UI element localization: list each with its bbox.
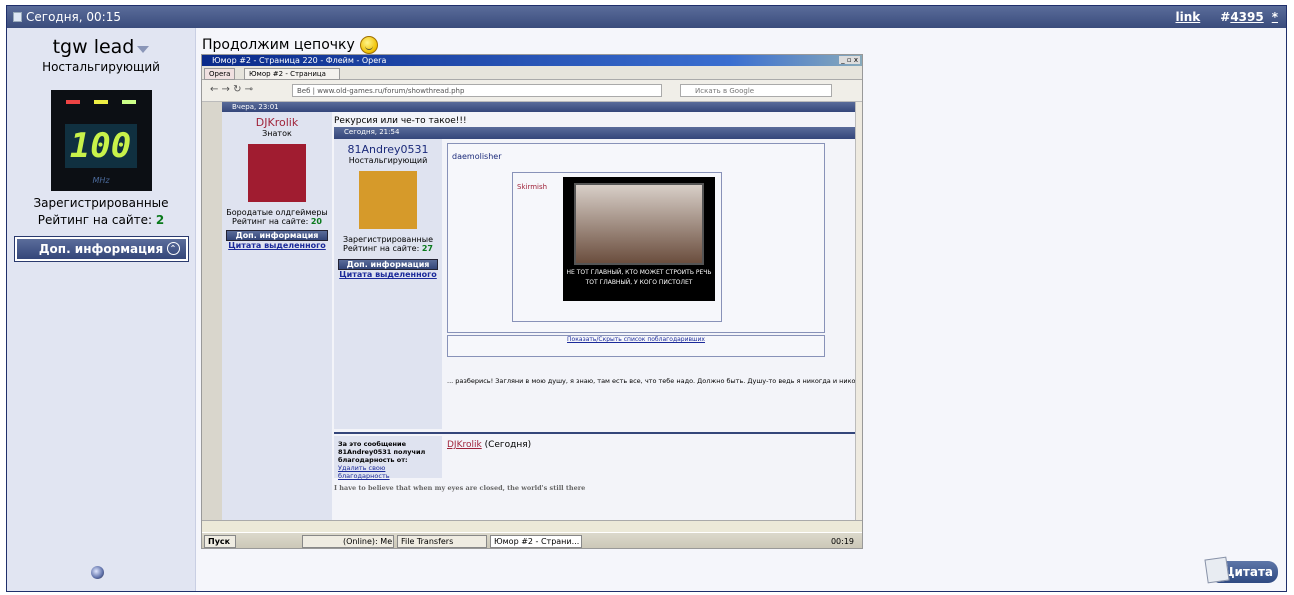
nested2-author: 81Andrey0531	[347, 143, 429, 156]
nested-signature: I have to believe that when my eyes are …	[334, 484, 586, 492]
nested-more-info: Доп. информация	[226, 230, 328, 241]
nested-post-date: Вчера, 23:01	[222, 102, 855, 112]
thanks-user: DJKrolik (Сегодня)	[447, 440, 532, 450]
post-content: Продолжим цепочку Юмор #2 - Страница 220…	[197, 28, 1286, 591]
taskbar-clock: 00:19	[830, 537, 854, 546]
nested-text: Рекурсия или че-то такое!!!	[334, 116, 467, 126]
user-menu-icon[interactable]	[137, 46, 150, 53]
nested2-rating: Рейтинг на сайте: 27	[343, 244, 433, 253]
post-number-prefix: #	[1220, 10, 1231, 24]
author-sidebar: tgw lead Ностальгирующий 100 MHz Зарегис…	[7, 28, 196, 591]
expand-icon: ⌃	[166, 242, 180, 255]
nested2-date: Сегодня, 21:54	[334, 127, 855, 139]
start-button: Пуск	[204, 535, 236, 548]
nested2-quote-selected: Цитата выделенного	[339, 270, 437, 279]
author-rating: Рейтинг на сайте: 2	[37, 213, 165, 227]
message-text: Продолжим цепочку	[202, 37, 355, 53]
post-number: 4395	[1230, 10, 1264, 24]
forum-page: Вчера, 23:01 DJKrolik Знаток Бородатые о…	[222, 102, 862, 520]
nested2-group: Зарегистрированные	[342, 235, 434, 244]
window-titlebar: Юмор #2 - Страница 220 - Флейм - Opera _ …	[202, 55, 862, 66]
nested-group: Бородатые олдгеймеры	[226, 208, 328, 217]
more-info-button[interactable]: Доп. информация ⌃	[13, 236, 189, 262]
nested-author: DJKrolik	[255, 116, 299, 129]
nested2-avatar	[359, 171, 417, 229]
nested-title: Знаток	[262, 129, 292, 138]
nested-rating: Рейтинг на сайте: 20	[232, 217, 322, 226]
browser-navbar: ← → ↻ ⊸ Веб | www.old-games.ru/forum/sho…	[202, 80, 862, 102]
avatar-display: 100	[64, 124, 137, 168]
star-link[interactable]: *	[1272, 10, 1278, 24]
forum-post: Сегодня, 00:15 link #4395 * tgw lead Носта…	[6, 5, 1287, 592]
post-icon	[13, 12, 22, 22]
address-bar: Веб | www.old-games.ru/forum/showthread.…	[292, 84, 662, 97]
thanks-toggle: Показать/Скрыть список поблагодаривших	[447, 335, 825, 357]
tab-forum: Юмор #2 - Страница 22...	[244, 68, 340, 89]
search-bar: Искать в Google	[680, 84, 832, 97]
nested3-post: daemolisher Skirmish НЕ ТОТ ГЛАВНЫЙ, КТО…	[447, 143, 825, 333]
nested2-more-info: Доп. информация	[338, 259, 438, 270]
taskbar: Пуск (Online): Me... File Transfers Юмор…	[202, 532, 862, 548]
quote-icon	[1204, 556, 1230, 584]
page-scrollbar	[855, 102, 862, 520]
post-date: Сегодня, 00:15	[26, 10, 121, 24]
author-group: Зарегистрированные	[33, 196, 169, 210]
avatar: 100 MHz	[50, 90, 152, 191]
quote-button[interactable]: Цитата	[1204, 556, 1278, 584]
attached-screenshot: Юмор #2 - Страница 220 - Флейм - Opera _ …	[201, 54, 863, 549]
post-header: Сегодня, 00:15 link #4395 *	[7, 6, 1286, 28]
smiley-icon	[359, 36, 378, 54]
taskbar-item: File Transfers	[397, 535, 487, 548]
nested-quote-selected: Цитата выделенного	[228, 241, 326, 250]
browser-tabs: Opera Юмор #2 - Страница 22...	[202, 66, 862, 89]
taskbar-item: (Online): Me...	[302, 535, 394, 548]
author-title: Ностальгирующий	[42, 60, 160, 74]
thanks-label: За это сообщение 81Andrey0531 получил бл…	[334, 436, 442, 480]
nested2-title: Ностальгирующий	[348, 156, 428, 165]
post-number-link[interactable]: #4395	[1220, 10, 1263, 24]
tab-opera: Opera	[204, 68, 236, 80]
nested-avatar	[248, 144, 306, 202]
taskbar-item: Юмор #2 - Страни...	[490, 535, 582, 548]
avatar-unit: MHz	[92, 176, 110, 185]
offline-status-icon	[91, 566, 104, 579]
browser-statusbar	[202, 520, 862, 532]
nested2-signature: ... разберись! Загляни в мою душу, я зна…	[447, 377, 863, 385]
post-link[interactable]: link	[1176, 10, 1201, 24]
author-name[interactable]: tgw lead	[53, 36, 135, 58]
demotivator-image: НЕ ТОТ ГЛАВНЫЙ, КТО МОЖЕТ СТРОИТЬ РЕЧЬ Т…	[563, 177, 715, 301]
